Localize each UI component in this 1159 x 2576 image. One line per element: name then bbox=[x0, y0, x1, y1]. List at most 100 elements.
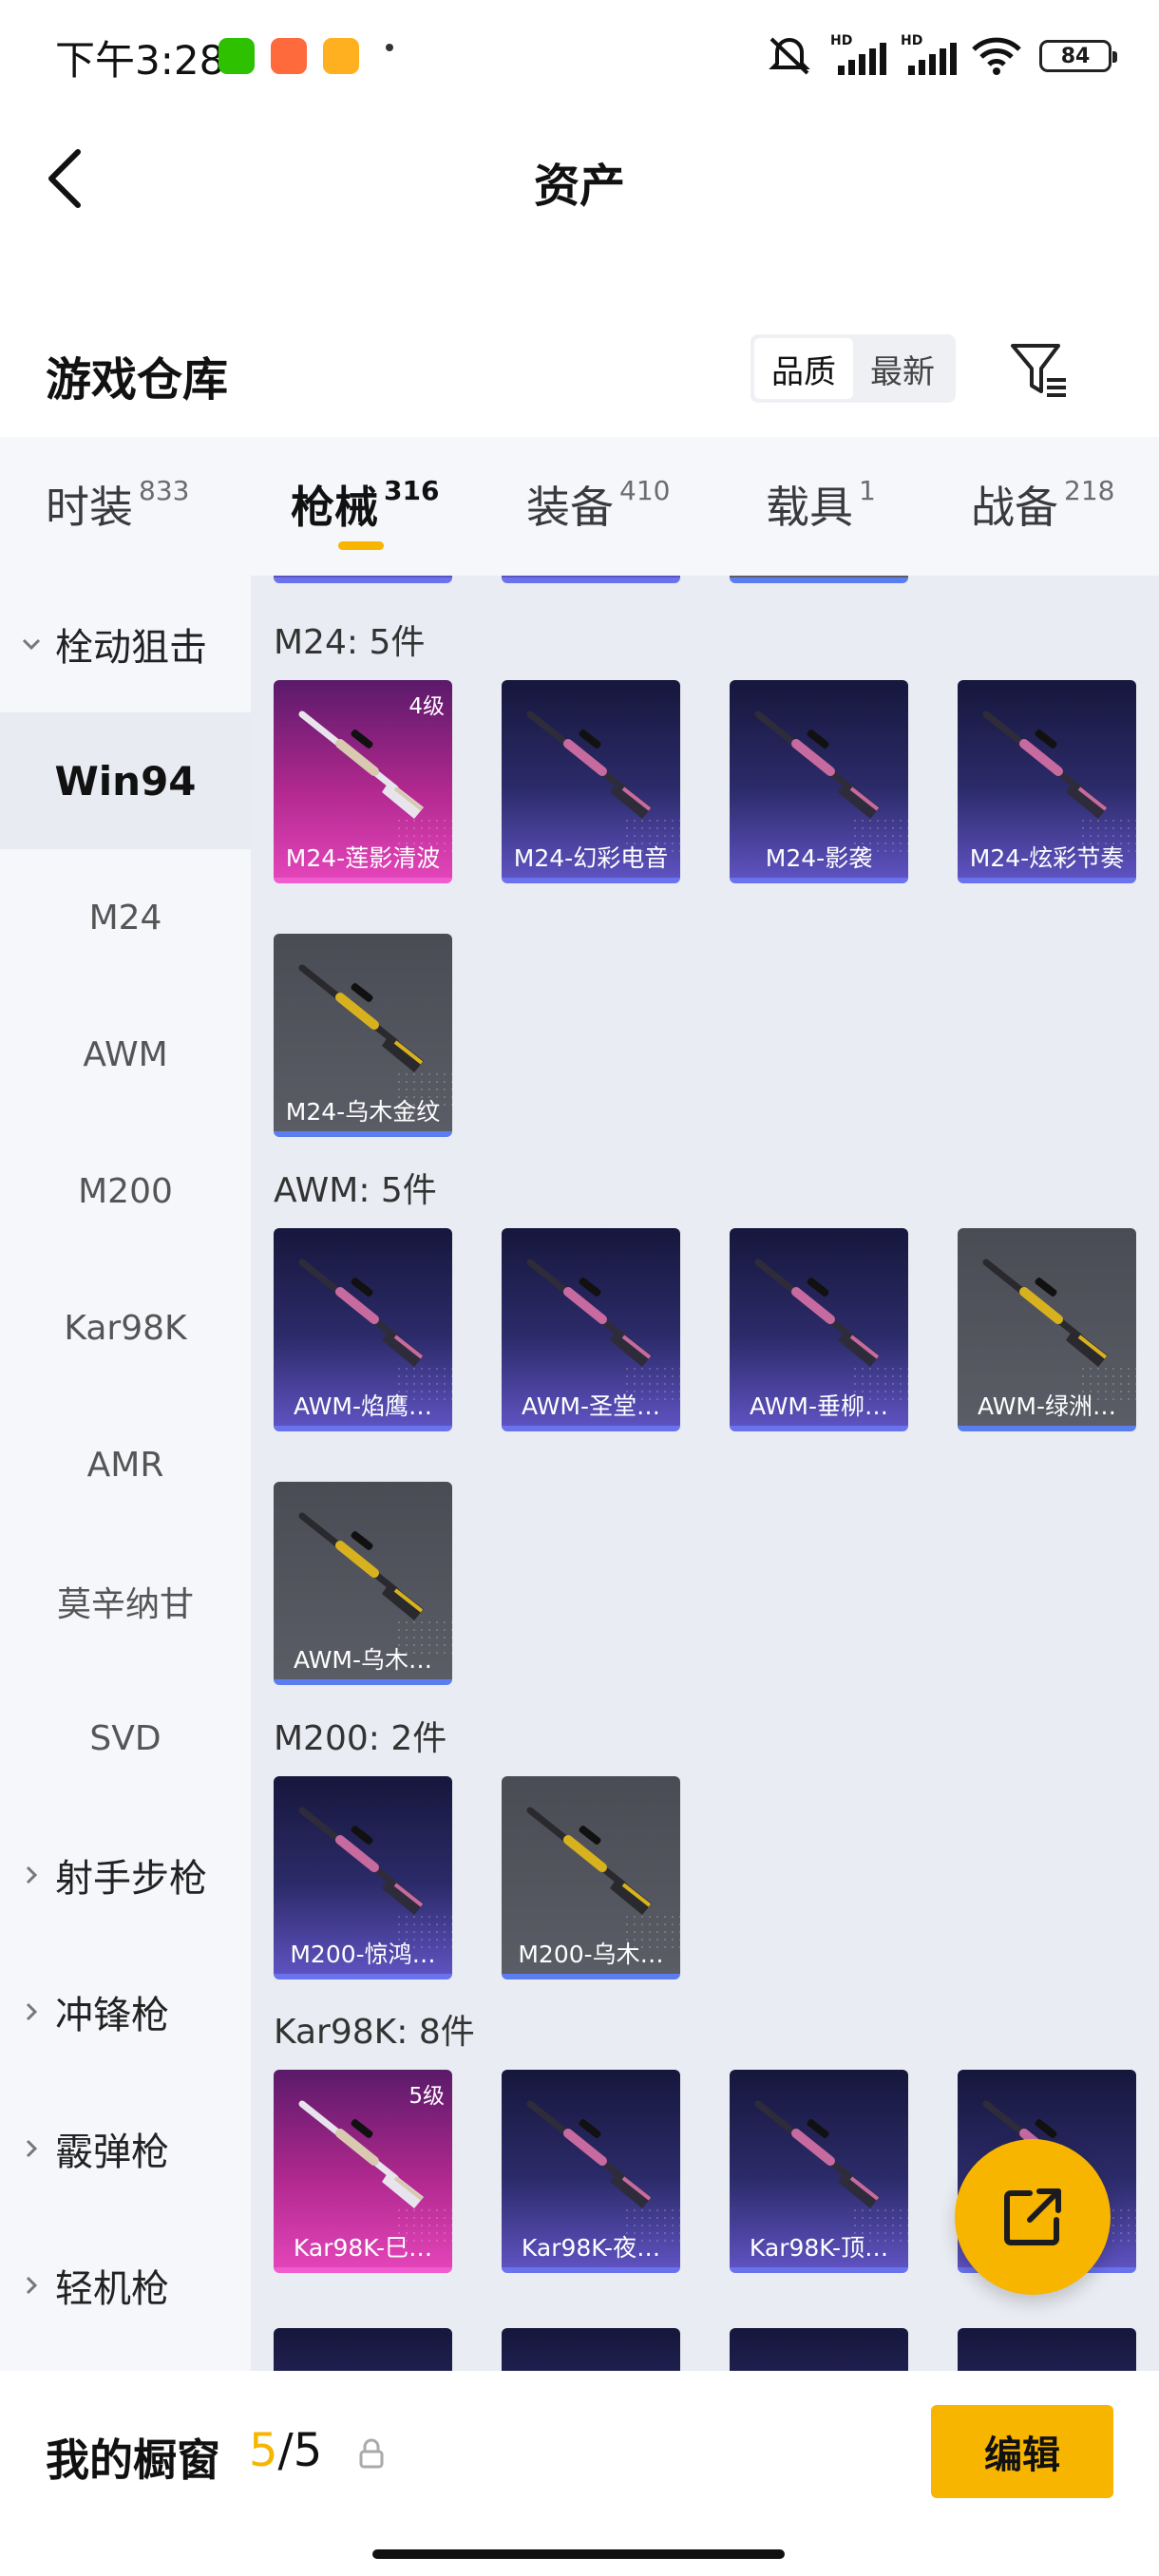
rifle-icon bbox=[298, 1259, 424, 1367]
filter-icon[interactable] bbox=[1007, 338, 1070, 401]
skin-card[interactable]: AWM-焰鹰… bbox=[274, 1228, 452, 1431]
rifle-icon bbox=[754, 2100, 880, 2208]
skin-tier-badge: 5级 bbox=[408, 2084, 445, 2109]
chevron-right-icon bbox=[26, 2139, 38, 2158]
chevron-right-icon bbox=[26, 2276, 38, 2295]
section-title-kar98k: Kar98K: 8件 bbox=[274, 2013, 475, 2052]
more-notifications-dot bbox=[386, 44, 393, 51]
wifi-icon bbox=[972, 37, 1021, 75]
weapon-skin-grid: M24: 5件 4级 M24-莲影清波 M24-幻彩电音 M24-影袭 M24-炫彩节奏 M… bbox=[251, 576, 1159, 2371]
tab-equipment[interactable]: 装备 410 bbox=[526, 473, 670, 536]
skin-card-partial[interactable] bbox=[274, 2328, 452, 2371]
skin-card[interactable]: M24-乌木金纹 bbox=[274, 934, 452, 1137]
tab-label: 战备 bbox=[971, 482, 1058, 533]
skin-card-partial[interactable] bbox=[502, 576, 680, 583]
rifle-icon bbox=[526, 1807, 652, 1915]
tab-count: 1 bbox=[859, 475, 876, 506]
tab-label: 时装 bbox=[46, 482, 133, 533]
sidebar-group-lmg[interactable]: 轻机枪 bbox=[0, 2217, 251, 2354]
tab-guns[interactable]: 枪械 316 bbox=[291, 473, 439, 536]
sidebar-item-m200[interactable]: M200 bbox=[0, 1123, 251, 1260]
skin-card[interactable]: M24-幻彩电音 bbox=[502, 680, 680, 883]
signal-icon-1: HD bbox=[830, 33, 886, 77]
skin-card[interactable]: Kar98K-顶… bbox=[730, 2070, 908, 2273]
battery-indicator: 84 bbox=[1039, 40, 1117, 72]
rifle-icon bbox=[298, 964, 424, 1072]
skin-card[interactable]: M24-炫彩节奏 bbox=[958, 680, 1136, 883]
skin-card-partial[interactable] bbox=[274, 576, 452, 583]
sidebar-item-mosin[interactable]: 莫辛纳甘 bbox=[0, 1533, 251, 1670]
skin-name: AWM-绿洲… bbox=[977, 1392, 1117, 1420]
skin-card[interactable]: M200-惊鸿… bbox=[274, 1776, 452, 1979]
sidebar-item-label: M24 bbox=[88, 898, 162, 938]
skin-name: AWM-焰鹰… bbox=[293, 1392, 433, 1420]
weapon-category-sidebar: 栓动狙击 Win94 M24 AWM M200 Kar98K AMR 莫辛纳甘 … bbox=[0, 576, 251, 2371]
sidebar-item-label: Kar98K bbox=[64, 1308, 187, 1348]
notes-app-icon bbox=[323, 38, 359, 74]
skin-card[interactable]: Kar98K-夜… bbox=[502, 2070, 680, 2273]
sidebar-group-shotgun[interactable]: 霰弹枪 bbox=[0, 2080, 251, 2217]
page-title: 资产 bbox=[533, 160, 625, 213]
showcase-count: 5/5 bbox=[249, 2424, 322, 2477]
skin-card[interactable]: AWM-绿洲… bbox=[958, 1228, 1136, 1431]
skin-card[interactable]: AWM-垂柳… bbox=[730, 1228, 908, 1431]
rifle-icon bbox=[982, 1259, 1108, 1367]
sidebar-item-svd[interactable]: SVD bbox=[0, 1670, 251, 1807]
sidebar-item-m24[interactable]: M24 bbox=[0, 849, 251, 986]
skin-card[interactable]: AWM-圣堂… bbox=[502, 1228, 680, 1431]
status-time: 下午3:28 bbox=[55, 37, 225, 84]
skin-name: M200-乌木… bbox=[518, 1941, 664, 1968]
tab-fashion[interactable]: 时装 833 bbox=[46, 473, 189, 536]
tab-count: 218 bbox=[1064, 475, 1115, 506]
chevron-down-icon bbox=[22, 638, 41, 651]
active-tab-indicator bbox=[338, 541, 384, 550]
sidebar-group-bolt-sniper[interactable]: 栓动狙击 bbox=[0, 576, 251, 712]
rifle-icon bbox=[298, 1807, 424, 1915]
edit-button[interactable]: 编辑 bbox=[931, 2405, 1113, 2498]
sidebar-item-win94[interactable]: Win94 bbox=[0, 712, 251, 849]
showcase-bottom-bar: 我的橱窗 5/5 编辑 bbox=[0, 2371, 1159, 2576]
sort-toggle: 品质 最新 bbox=[750, 334, 956, 403]
sort-newest-button[interactable]: 最新 bbox=[853, 338, 952, 399]
skin-card-partial[interactable] bbox=[958, 2328, 1136, 2371]
sidebar-item-label: M200 bbox=[78, 1171, 173, 1211]
skin-card[interactable]: 5级 Kar98K-巳… bbox=[274, 2070, 452, 2273]
section-title-awm: AWM: 5件 bbox=[274, 1171, 437, 1210]
signal-icon-2: HD bbox=[901, 33, 957, 77]
section-title-m200: M200: 2件 bbox=[274, 1719, 447, 1758]
sidebar-item-kar98k[interactable]: Kar98K bbox=[0, 1260, 251, 1396]
sidebar-item-amr[interactable]: AMR bbox=[0, 1396, 251, 1533]
tab-label: 载具 bbox=[766, 482, 853, 533]
sort-quality-button[interactable]: 品质 bbox=[754, 338, 853, 399]
sidebar-item-label: SVD bbox=[89, 1718, 162, 1758]
skin-card-partial[interactable] bbox=[730, 576, 908, 583]
sidebar-group-label: 栓动狙击 bbox=[55, 626, 207, 670]
skin-card-partial[interactable] bbox=[730, 2328, 908, 2371]
skin-card[interactable]: M200-乌木… bbox=[502, 1776, 680, 1979]
skin-card[interactable]: 4级 M24-莲影清波 bbox=[274, 680, 452, 883]
sidebar-group-label: 射手步枪 bbox=[55, 1857, 207, 1901]
skin-name: Kar98K-夜… bbox=[521, 2234, 661, 2262]
showcase-label: 我的橱窗 bbox=[46, 2434, 220, 2486]
sidebar-item-label: 莫辛纳甘 bbox=[56, 1585, 194, 1624]
sidebar-item-awm[interactable]: AWM bbox=[0, 986, 251, 1123]
sidebar-group-marksman[interactable]: 射手步枪 bbox=[0, 1807, 251, 1943]
sidebar-group-label: 轻机枪 bbox=[55, 2267, 169, 2311]
sidebar-group-smg[interactable]: 冲锋枪 bbox=[0, 1943, 251, 2080]
skin-card-partial[interactable] bbox=[502, 2328, 680, 2371]
skin-name: AWM-垂柳… bbox=[749, 1392, 889, 1420]
showcase-count-current: 5 bbox=[249, 2424, 278, 2477]
tab-count: 410 bbox=[619, 475, 671, 506]
skin-card[interactable]: M24-影袭 bbox=[730, 680, 908, 883]
skin-name: M24-影袭 bbox=[765, 844, 873, 872]
skin-card[interactable]: AWM-乌木… bbox=[274, 1482, 452, 1685]
warehouse-bar: 游戏仓库 品质 最新 bbox=[0, 313, 1159, 427]
rifle-icon bbox=[526, 2100, 652, 2208]
share-fab-button[interactable] bbox=[955, 2139, 1111, 2295]
tab-count: 833 bbox=[139, 475, 190, 506]
header: 资产 bbox=[0, 114, 1159, 243]
tab-count: 316 bbox=[384, 475, 440, 506]
tab-vehicles[interactable]: 载具 1 bbox=[766, 473, 876, 536]
rifle-icon bbox=[298, 1512, 424, 1620]
tab-gear[interactable]: 战备 218 bbox=[971, 473, 1114, 536]
